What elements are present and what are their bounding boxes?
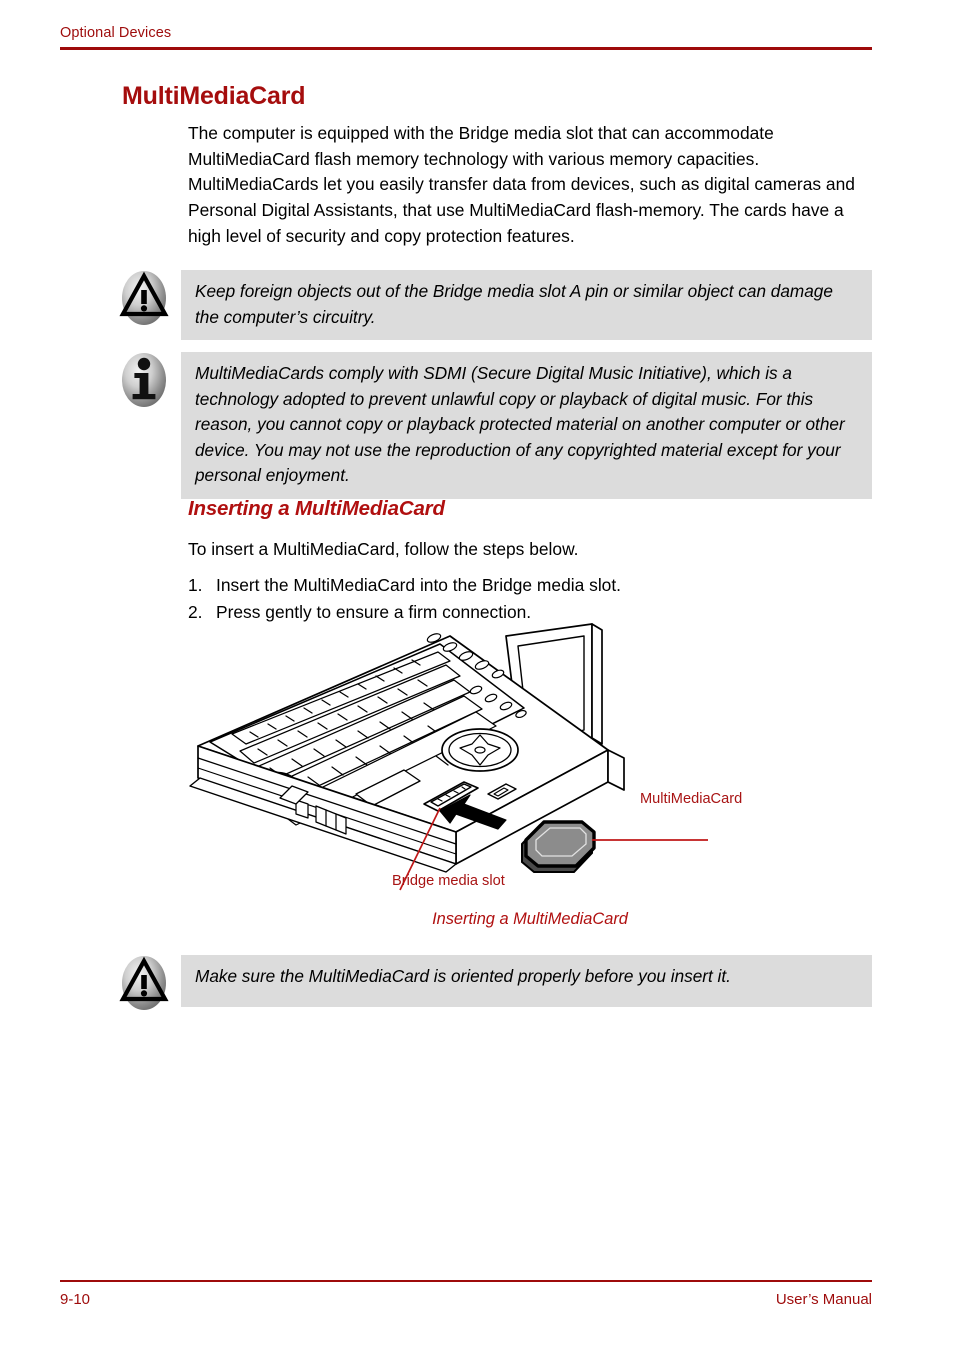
intro-block: The computer is equipped with the Bridge…	[188, 121, 872, 250]
callout-body: Make sure the MultiMediaCard is oriented…	[181, 955, 872, 1007]
callout-caution-orientation: Make sure the MultiMediaCard is oriented…	[118, 955, 872, 1010]
page-title: MultiMediaCard	[122, 82, 306, 110]
manual-label: User’s Manual	[775, 1291, 872, 1308]
page-footer: 9-10 User’s Manual	[60, 1280, 872, 1308]
page-header: Optional Devices	[60, 24, 872, 50]
warning-triangle-icon	[118, 955, 170, 1011]
label-multimediacard: MultiMediaCard	[640, 791, 743, 807]
step-number: 1.	[188, 574, 203, 595]
intro-paragraph: The computer is equipped with the Bridge…	[188, 123, 855, 246]
callout-body: MultiMediaCards comply with SDMI (Secure…	[181, 352, 872, 499]
warning-triangle-icon	[118, 270, 170, 326]
label-bridge-media-slot: Bridge media slot	[392, 873, 505, 889]
footer-rule	[60, 1280, 872, 1282]
header-rule	[60, 47, 872, 50]
step-text: Insert the MultiMediaCard into the Bridg…	[216, 574, 622, 595]
manual-page: Optional Devices MultiMediaCard The comp…	[0, 0, 954, 1352]
callout-caution-slot: Keep foreign objects out of the Bridge m…	[118, 270, 872, 341]
multimediacard-graphic	[521, 820, 596, 873]
figure-inserting-multimediacard: MultiMediaCard Bridge media slot Inserti…	[188, 618, 872, 938]
laptop-illustration	[189, 623, 708, 891]
callout-body: Keep foreign objects out of the Bridge m…	[181, 270, 872, 341]
page-number: 9-10	[60, 1291, 91, 1308]
callout-note-sdmi: MultiMediaCards comply with SDMI (Secure…	[118, 352, 872, 499]
info-i-icon	[118, 352, 170, 408]
subsection-title: Inserting a MultiMediaCard	[188, 497, 445, 520]
figure-caption: Inserting a MultiMediaCard	[432, 910, 628, 928]
list-item: 1. Insert the MultiMediaCard into the Br…	[188, 572, 872, 599]
subsection-block: Inserting a MultiMediaCard To insert a M…	[188, 497, 872, 626]
control-pad-icon	[441, 728, 519, 772]
callout-text: Keep foreign objects out of the Bridge m…	[195, 281, 833, 327]
running-head: Optional Devices	[60, 25, 172, 41]
callout-text: MultiMediaCards comply with SDMI (Secure…	[195, 363, 845, 486]
callout-text: Make sure the MultiMediaCard is oriented…	[195, 966, 731, 986]
subsection-lead: To insert a MultiMediaCard, follow the s…	[188, 539, 579, 559]
